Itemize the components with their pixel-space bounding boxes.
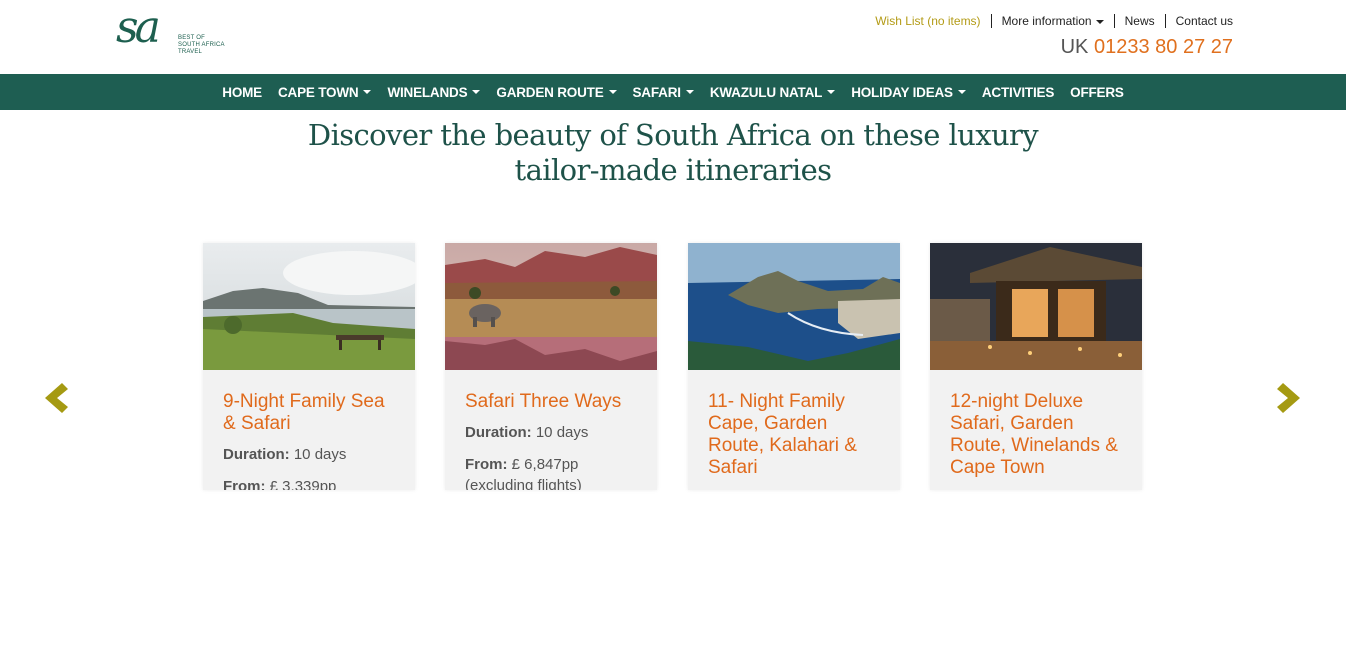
top-utility-links: Wish List (no items) More information Ne… [865,14,1233,28]
nav-label: OFFERS [1070,84,1124,100]
itinerary-title: 11- Night Family Cape, Garden Route, Kal… [708,391,857,478]
chevron-down-icon [363,90,372,94]
chevron-down-icon [472,90,481,94]
nav-label: WINELANDS [387,84,468,100]
phone-digits: 01233 80 27 27 [1093,36,1233,58]
nav-label: GARDEN ROUTE [496,84,604,100]
itinerary-image-hout-bay [688,243,900,370]
chevron-down-icon [1095,19,1104,24]
page-title-line-2: tailor-made itineraries [514,153,833,187]
itinerary-price: From: £ 3,339pp [223,476,395,490]
itinerary-title: 9-Night Family Sea & Safari [223,391,385,434]
phone-country-prefix: UK [1060,36,1089,58]
itinerary-card[interactable]: Safari Three Ways Duration: 10 days From… [445,243,657,490]
chevron-down-icon [608,90,617,94]
logo-tagline: BEST OF SOUTH AFRICA TRAVEL [178,35,225,56]
itinerary-duration: Duration: 10 days [223,444,395,465]
chevron-down-icon [827,90,836,94]
news-link[interactable]: News [1113,14,1165,28]
nav-label: ACTIVITIES [981,84,1055,100]
price-value: £ 3,339pp [269,478,337,490]
phone-number[interactable]: UK 01233 80 27 27 [1061,36,1233,59]
chevron-down-icon [685,90,694,94]
itinerary-carousel: 9-Night Family Sea & Safari Duration: 10… [0,243,1346,490]
itinerary-image-safari-lodge [930,243,1142,370]
nav-item-safari[interactable]: SAFARI [625,85,702,100]
contact-us-link[interactable]: Contact us [1164,14,1233,28]
nav-item-winelands[interactable]: WINELANDS [379,85,488,100]
nav-item-activities[interactable]: ACTIVITIES [974,85,1062,100]
logo-line-2: SOUTH AFRICA [178,42,225,48]
nav-label: HOME [222,84,262,100]
site-logo[interactable]: sa BEST OF SOUTH AFRICA TRAVEL [116,6,226,62]
price-value: £ 6,847pp [511,456,579,473]
nav-label: SAFARI [632,84,682,100]
nav-item-cape-town[interactable]: CAPE TOWN [270,85,379,100]
itinerary-title: 12-night Deluxe Safari, Garden Route, Wi… [950,391,1118,478]
itinerary-title: Safari Three Ways [465,391,622,412]
price-note: (excluding flights) [465,477,582,490]
duration-label: Duration: [465,424,532,441]
price-label: From: [465,456,508,473]
itinerary-card[interactable]: 9-Night Family Sea & Safari Duration: 10… [203,243,415,490]
logo-line-1: BEST OF [178,35,205,41]
duration-value: 10 days [293,446,347,463]
more-information-label: More information [1001,14,1092,28]
itinerary-card[interactable]: 11- Night Family Cape, Garden Route, Kal… [688,243,900,490]
nav-item-offers[interactable]: OFFERS [1062,85,1132,100]
wish-list-link[interactable]: Wish List (no items) [865,14,990,28]
itinerary-image-rhino-waterhole [445,243,657,370]
nav-label: KWAZULU NATAL [709,84,823,100]
nav-label: CAPE TOWN [277,84,359,100]
nav-item-garden-route[interactable]: GARDEN ROUTE [488,85,624,100]
nav-item-home[interactable]: HOME [214,85,270,100]
duration-label: Duration: [223,446,290,463]
itinerary-card[interactable]: 12-night Deluxe Safari, Garden Route, Wi… [930,243,1142,490]
itinerary-price: From: £ 6,847pp (excluding flights) [465,454,637,490]
more-information-dropdown[interactable]: More information [990,14,1114,28]
logo-line-3: TRAVEL [178,49,203,55]
price-label: From: [223,478,266,490]
nav-item-holiday-ideas[interactable]: HOLIDAY IDEAS [843,85,974,100]
page-title-line-1: Discover the beauty of South Africa on t… [307,118,1039,152]
itinerary-image-coastal-bench [203,243,415,370]
itinerary-duration: Duration: 10 days [465,422,637,443]
page-title: Discover the beauty of South Africa on t… [0,118,1346,188]
logo-mark: sa [116,2,161,53]
nav-item-kwazulu-natal[interactable]: KWAZULU NATAL [702,85,843,100]
chevron-down-icon [957,90,966,94]
main-navigation: HOME CAPE TOWN WINELANDS GARDEN ROUTE SA… [0,74,1346,110]
carousel-next-button[interactable] [1275,381,1303,415]
chevron-right-icon [1277,383,1300,413]
duration-value: 10 days [535,424,589,441]
nav-label: HOLIDAY IDEAS [851,84,953,100]
